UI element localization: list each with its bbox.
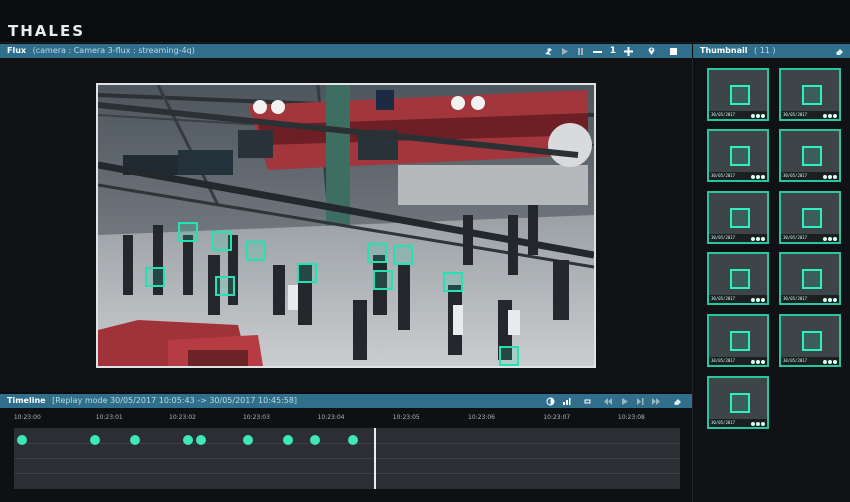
thumbnail-face xyxy=(730,85,750,105)
thumbnail-header: Thumbnail ( 11 ) xyxy=(693,44,850,58)
flux-title: Flux xyxy=(7,46,27,55)
thumbnail-count: ( 11 ) xyxy=(754,46,776,55)
timeline-title: Timeline xyxy=(7,396,46,405)
timeline-tick-label: 10:23:04 xyxy=(317,414,345,421)
play-icon[interactable] xyxy=(560,47,569,56)
thumbnail-item[interactable]: 30/05/2017 xyxy=(779,314,841,367)
flux-header: Flux (camera : Camera 3-flux : streaming… xyxy=(0,44,692,58)
skip-forward-icon[interactable] xyxy=(652,397,661,406)
step-forward-icon[interactable] xyxy=(636,397,645,406)
thumbnail-item[interactable]: 30/05/2017 xyxy=(779,129,841,182)
thumbnail-face xyxy=(802,331,822,351)
contrast-icon[interactable] xyxy=(546,397,555,406)
flux-subtitle: (camera : Camera 3-flux : streaming-4q) xyxy=(32,46,195,55)
eraser-icon[interactable] xyxy=(673,397,682,406)
timeline-tick-label: 10:23:01 xyxy=(95,414,123,421)
zoom-level: 1 xyxy=(609,46,616,56)
top-bar: THALES xyxy=(0,0,850,43)
face-detection-box[interactable] xyxy=(297,263,317,283)
thumbnail-face xyxy=(802,146,822,166)
thumbnail-item[interactable]: 30/05/2017 xyxy=(779,252,841,305)
timeline-track[interactable] xyxy=(14,428,680,489)
thumbnail-item[interactable]: 30/05/2017 xyxy=(707,191,769,244)
location-pin-icon[interactable] xyxy=(647,47,656,56)
thumbnail-face xyxy=(730,393,750,413)
thumbnail-date: 30/05/2017 xyxy=(711,112,736,117)
zoom-in-icon[interactable] xyxy=(623,46,634,56)
thumbnail-date: 30/05/2017 xyxy=(783,235,808,240)
camera-feed[interactable] xyxy=(96,83,596,368)
timeline-subtitle: [Replay mode 30/05/2017 10:05:43 -> 30/0… xyxy=(52,396,298,405)
timeline-header: Timeline [Replay mode 30/05/2017 10:05:4… xyxy=(0,394,692,408)
face-detection-box[interactable] xyxy=(367,243,387,263)
pause-icon[interactable] xyxy=(576,47,585,56)
timeline-event-marker[interactable] xyxy=(310,435,321,445)
thumbnail-date: 30/05/2017 xyxy=(783,358,808,363)
thumbnail-date: 30/05/2017 xyxy=(783,296,808,301)
station-scene xyxy=(98,85,594,366)
thumbnail-face xyxy=(730,208,750,228)
camera-icon[interactable] xyxy=(544,47,553,56)
face-detection-box[interactable] xyxy=(145,267,165,287)
face-detection-box[interactable] xyxy=(215,276,235,296)
thumbnail-face xyxy=(730,269,750,289)
thumbnail-title: Thumbnail xyxy=(700,46,748,55)
thumbnail-item[interactable]: 30/05/2017 xyxy=(707,314,769,367)
timeline-ticks: 10:23:00 10:23:01 10:23:02 10:23:03 10:2… xyxy=(14,414,680,428)
face-detection-box[interactable] xyxy=(212,231,232,251)
timeline-tick-label: 10:23:05 xyxy=(392,414,420,421)
thumbnail-date: 30/05/2017 xyxy=(711,173,736,178)
timeline-event-marker[interactable] xyxy=(182,435,193,445)
face-detection-box[interactable] xyxy=(373,270,393,290)
timeline-event-marker[interactable] xyxy=(16,435,27,445)
zoom-out-icon[interactable] xyxy=(592,47,603,56)
timeline-event-marker[interactable] xyxy=(347,435,358,445)
thumbnail-date: 30/05/2017 xyxy=(711,235,736,240)
thumbnail-face xyxy=(802,208,822,228)
face-detection-box[interactable] xyxy=(499,346,519,366)
timeline-tick-label: 10:23:07 xyxy=(543,414,571,421)
skip-back-icon[interactable] xyxy=(604,397,613,406)
thumbnail-face xyxy=(730,146,750,166)
thumbnail-item[interactable]: 30/05/2017 xyxy=(779,68,841,121)
bar-chart-icon[interactable] xyxy=(562,397,571,406)
play-icon[interactable] xyxy=(620,397,629,406)
timeline-event-marker[interactable] xyxy=(129,435,140,445)
thumbnail-date: 30/05/2017 xyxy=(711,296,736,301)
thumbnail-date: 30/05/2017 xyxy=(711,420,736,425)
timeline-event-marker[interactable] xyxy=(89,435,100,445)
timeline-tick-label: 10:23:08 xyxy=(617,414,645,421)
thumbnail-item[interactable]: 30/05/2017 xyxy=(707,68,769,121)
face-detection-box[interactable] xyxy=(246,241,266,261)
timeline-event-marker[interactable] xyxy=(283,435,294,445)
thumbnail-item[interactable]: 30/05/2017 xyxy=(707,252,769,305)
thumbnail-date: 30/05/2017 xyxy=(783,112,808,117)
face-detection-box[interactable] xyxy=(393,245,413,265)
thales-logo: THALES xyxy=(8,22,86,40)
thumbnail-item[interactable]: 30/05/2017 xyxy=(707,129,769,182)
thumbnail-date: 30/05/2017 xyxy=(783,173,808,178)
timeline-event-marker[interactable] xyxy=(196,435,207,445)
timeline-tick-label: 10:23:00 xyxy=(13,414,41,421)
timeline-tick-label: 10:23:06 xyxy=(468,414,496,421)
timeline-event-marker[interactable] xyxy=(242,435,253,445)
thumbnail-date: 30/05/2017 xyxy=(711,358,736,363)
timeline-tick-label: 10:23:02 xyxy=(169,414,196,421)
thumbnail-face xyxy=(802,269,822,289)
face-detection-box[interactable] xyxy=(443,272,463,292)
playhead-cursor[interactable] xyxy=(373,428,376,489)
thumbnail-panel: 30/05/2017 30/05/2017 30/05/2017 30/05/2… xyxy=(692,58,850,502)
timeline-tick-label: 10:23:03 xyxy=(242,414,270,421)
face-detection-box[interactable] xyxy=(178,222,198,242)
thumbnail-item[interactable]: 30/05/2017 xyxy=(779,191,841,244)
thumbnail-face xyxy=(802,85,822,105)
thumbnail-item[interactable]: 30/05/2017 xyxy=(707,376,769,429)
thumbnail-face xyxy=(730,331,750,351)
loop-icon[interactable] xyxy=(583,397,592,406)
stop-icon[interactable] xyxy=(669,47,678,56)
eraser-icon[interactable] xyxy=(835,47,844,56)
